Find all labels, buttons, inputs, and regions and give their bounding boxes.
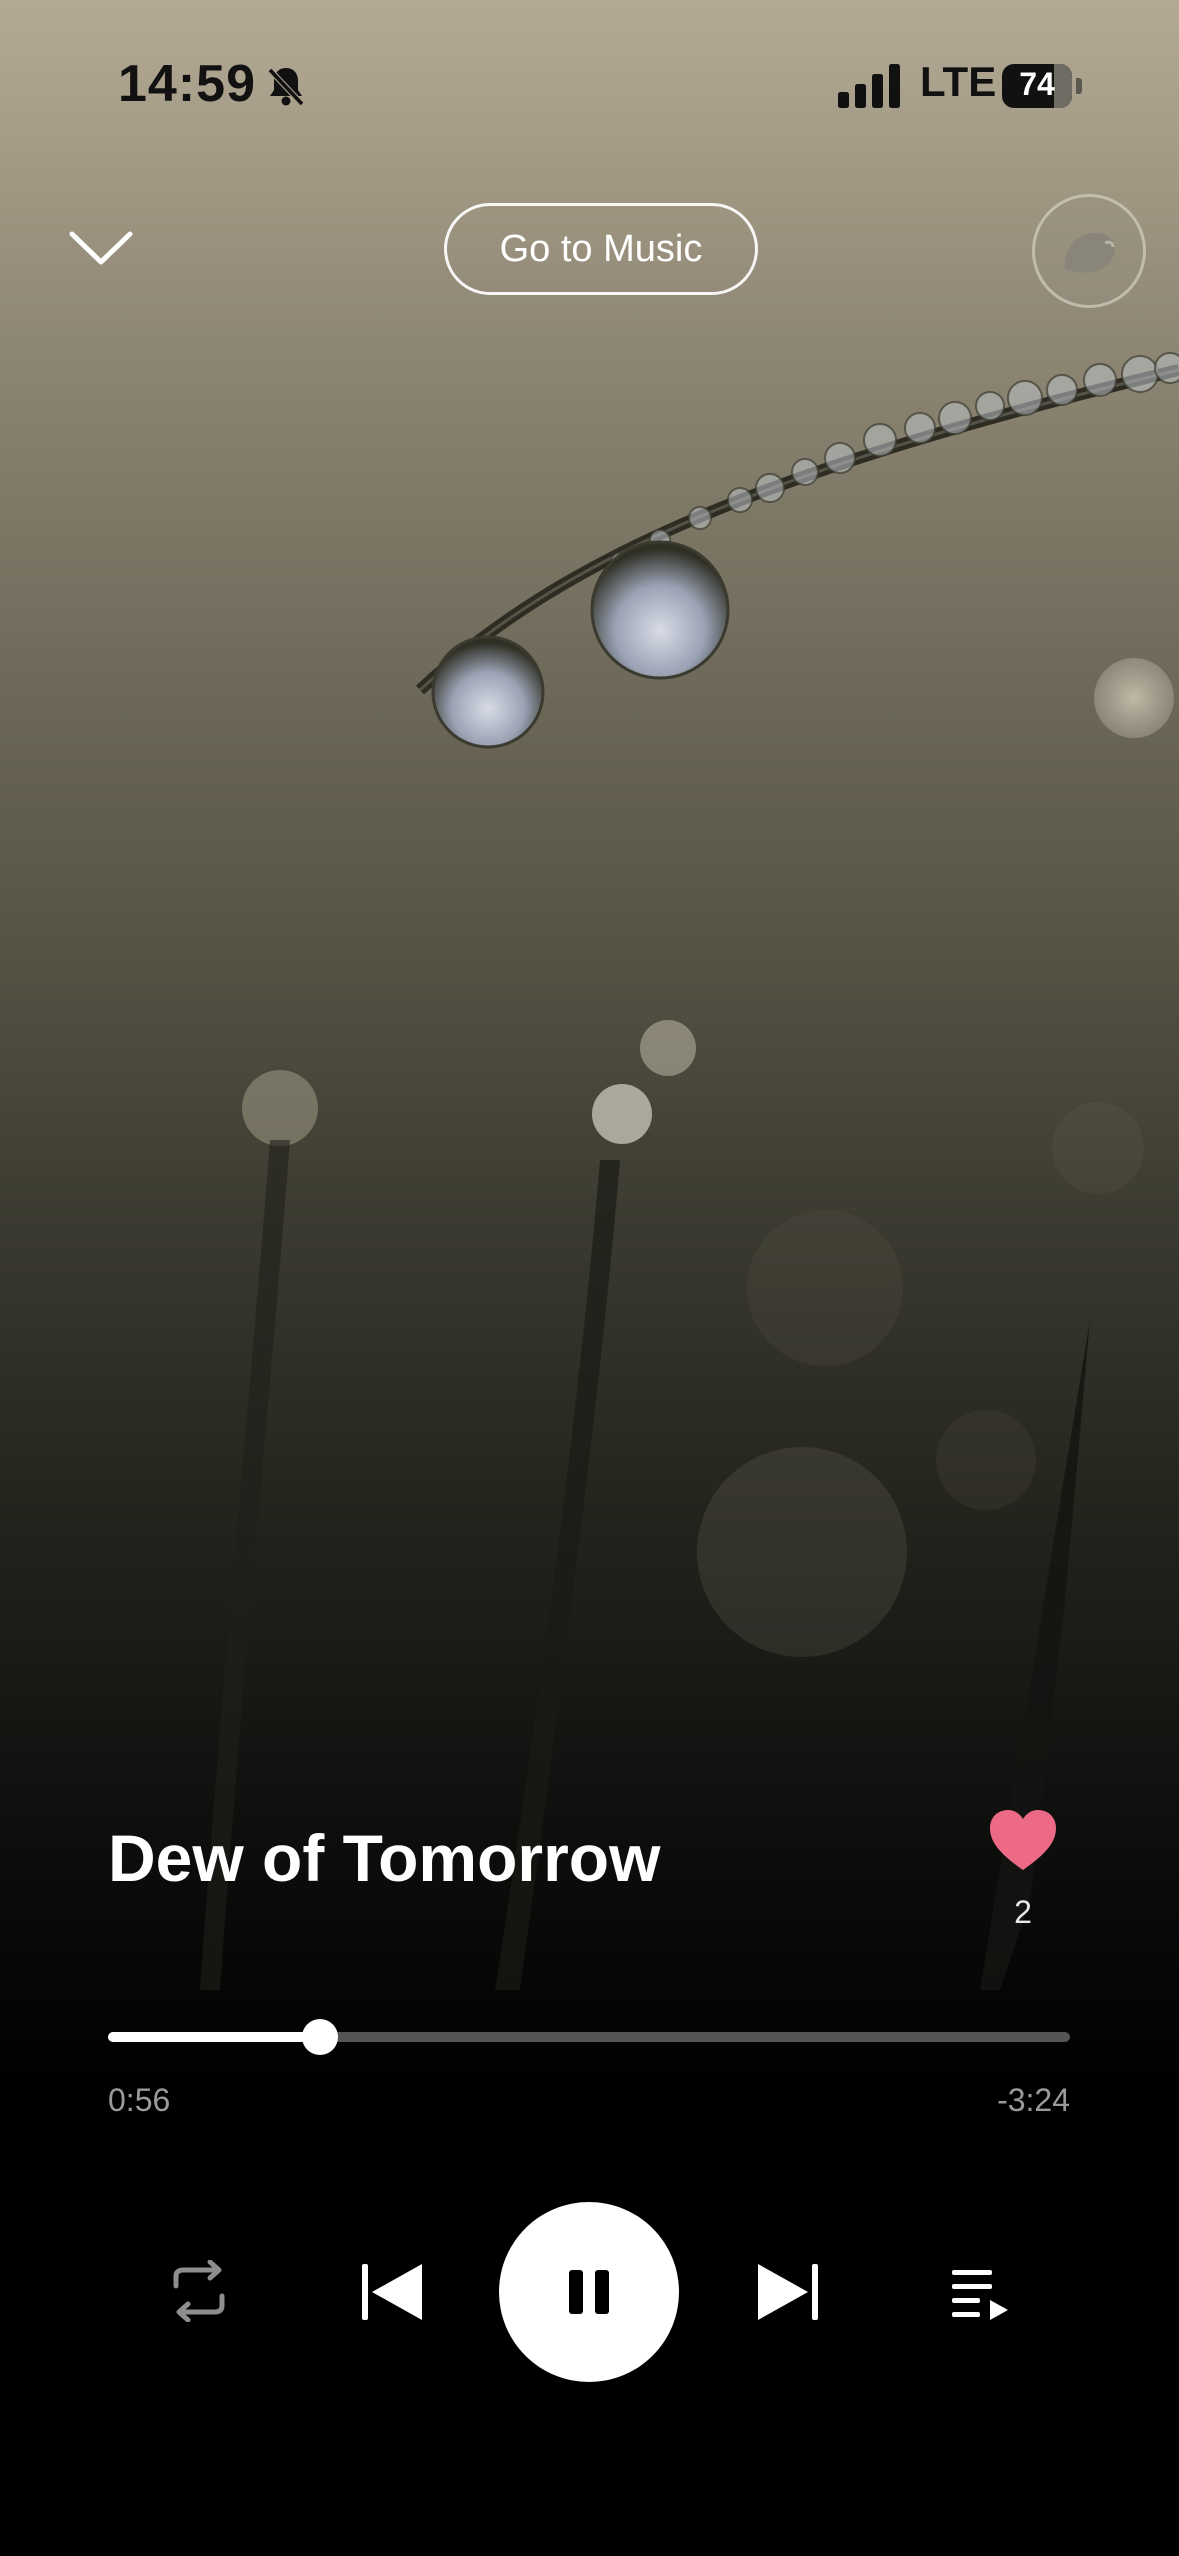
elapsed-time: 0:56 — [108, 2082, 171, 2118]
queue-icon[interactable] — [950, 2264, 1010, 2322]
avatar[interactable] — [1032, 194, 1146, 308]
battery-icon: 74 — [1002, 64, 1082, 108]
battery-level: 74 — [1019, 66, 1055, 102]
album-artwork-background — [0, 0, 1179, 2556]
status-bar: 14:59 LTE 74 — [0, 0, 1179, 176]
progress-fill — [108, 2032, 320, 2042]
signal-bars-icon — [838, 64, 900, 108]
remaining-time: -3:24 — [997, 2082, 1070, 2118]
pause-icon — [569, 2270, 609, 2314]
repeat-icon[interactable] — [166, 2260, 232, 2322]
chevron-down-icon[interactable] — [66, 222, 136, 274]
track-title: Dew of Tomorrow — [108, 1821, 661, 1895]
status-time: 14:59 — [118, 55, 256, 113]
network-type: LTE — [920, 58, 997, 105]
progress-thumb[interactable] — [301, 2019, 338, 2055]
go-to-music-button[interactable]: Go to Music — [444, 203, 758, 295]
bell-slash-icon — [267, 67, 305, 107]
avatar-image — [1064, 232, 1115, 273]
previous-icon[interactable] — [360, 2262, 424, 2322]
like-count: 2 — [1014, 1894, 1032, 1930]
progress-bar[interactable] — [108, 2019, 1070, 2055]
next-icon[interactable] — [756, 2262, 820, 2322]
pause-button[interactable] — [499, 2202, 679, 2382]
dewdrop-artwork — [200, 352, 1179, 1990]
heart-icon[interactable] — [988, 1808, 1058, 1874]
